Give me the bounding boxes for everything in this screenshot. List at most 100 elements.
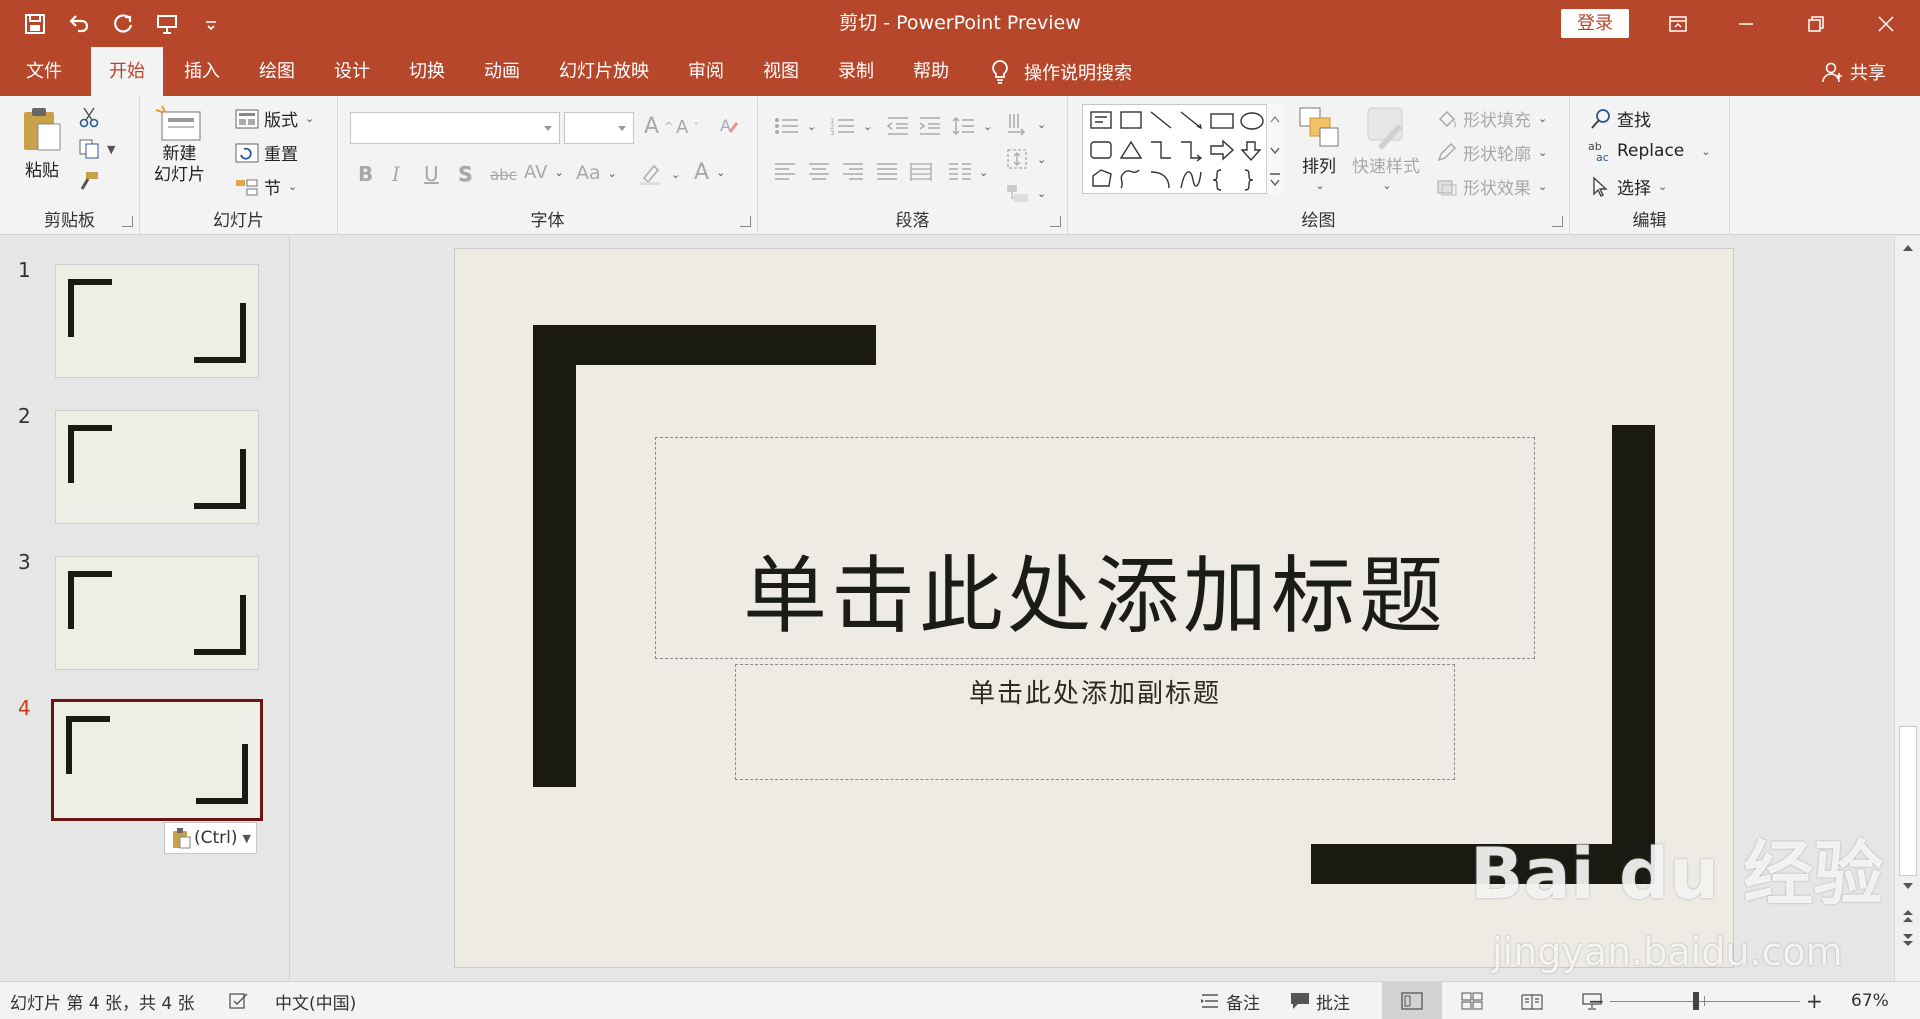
tab-view[interactable]: 视图 [749, 47, 813, 96]
font-size-combo[interactable] [564, 112, 634, 144]
slide-thumbnail[interactable] [55, 556, 259, 670]
shadow-button[interactable]: S [458, 162, 472, 186]
slide-thumbnail-current[interactable] [51, 699, 263, 821]
bold-button[interactable]: B [358, 162, 373, 186]
select-button[interactable]: 选择 ⌄ [1590, 174, 1667, 199]
slideshow-start-icon[interactable] [152, 9, 182, 39]
vertical-scrollbar[interactable] [1894, 236, 1920, 981]
arc-shape-icon[interactable] [1150, 171, 1170, 189]
copy-icon[interactable]: ▼ [78, 138, 115, 160]
justify-icon[interactable] [876, 162, 898, 182]
language-indicator[interactable]: 中文(中国) [275, 982, 356, 1019]
freeform-shape-icon[interactable] [1092, 169, 1112, 187]
spell-check-icon[interactable] [228, 982, 250, 1019]
customize-qat-icon[interactable] [196, 9, 226, 39]
tab-record[interactable]: 录制 [824, 47, 888, 96]
undo-icon[interactable] [64, 9, 94, 39]
distributed-icon[interactable] [910, 162, 932, 182]
textbox-shape-icon[interactable] [1090, 111, 1112, 129]
ribbon-display-icon[interactable] [1648, 0, 1708, 47]
left-brace-shape-icon[interactable] [1212, 169, 1222, 191]
char-spacing-button[interactable]: AV ⌄ [524, 162, 564, 183]
format-painter-icon[interactable] [78, 170, 100, 192]
tab-transitions[interactable]: 切换 [395, 47, 459, 96]
shapes-gallery[interactable] [1082, 104, 1282, 194]
paste-options-button[interactable]: (Ctrl) ▼ [164, 822, 257, 854]
drawing-launcher-icon[interactable] [1552, 216, 1563, 227]
elbow-connector-shape-icon[interactable] [1151, 141, 1171, 159]
replace-button[interactable]: ab ac Replace ⌄ [1588, 140, 1710, 162]
numbering-icon[interactable]: 1 2 3 ⌄ [830, 116, 872, 136]
smartart-icon[interactable]: ⌄ [1006, 182, 1046, 204]
shape-fill-button[interactable]: 形状填充 ⌄ [1436, 106, 1547, 131]
layout-button[interactable]: 版式 ⌄ [235, 106, 314, 131]
bullets-icon[interactable]: ⌄ [774, 116, 816, 136]
grow-font-button[interactable]: A ^ [644, 114, 673, 139]
reset-button[interactable]: 重置 [235, 140, 298, 165]
increase-indent-icon[interactable] [918, 116, 942, 136]
slide-counter[interactable]: 幻灯片 第 4 张，共 4 张 [10, 982, 195, 1019]
close-icon[interactable] [1856, 0, 1916, 47]
columns-icon[interactable]: ⌄ [948, 162, 988, 182]
previous-slide-icon[interactable] [1898, 906, 1918, 926]
shrink-font-button[interactable]: Aˇ [676, 117, 699, 138]
decrease-indent-icon[interactable] [886, 116, 910, 136]
slide-sorter-view-icon[interactable] [1442, 982, 1502, 1019]
clear-formatting-icon[interactable]: A [718, 114, 740, 136]
paragraph-launcher-icon[interactable] [1050, 216, 1061, 227]
line-spacing-icon[interactable]: ⌄ [952, 116, 992, 136]
tab-review[interactable]: 审阅 [674, 47, 738, 96]
normal-view-icon[interactable] [1382, 982, 1442, 1019]
section-button[interactable]: 节 ⌄ [235, 174, 297, 199]
clipboard-launcher-icon[interactable] [122, 216, 133, 227]
zoom-in-button[interactable]: + [1806, 982, 1823, 1019]
line-shape-icon[interactable] [1150, 111, 1172, 129]
zoom-slider[interactable] [1610, 1001, 1800, 1002]
vertical-textbox-shape-icon[interactable] [1120, 111, 1142, 129]
reading-view-icon[interactable] [1502, 982, 1562, 1019]
tab-file[interactable]: 文件 [12, 47, 76, 96]
right-arrow-shape-icon[interactable] [1210, 139, 1235, 161]
zoom-slider-knob[interactable] [1693, 992, 1699, 1010]
save-icon[interactable] [20, 9, 50, 39]
arrow-line-shape-icon[interactable] [1180, 111, 1203, 130]
underline-button[interactable]: U [424, 162, 439, 186]
slide-thumbnail[interactable] [55, 410, 259, 524]
tab-design[interactable]: 设计 [320, 47, 384, 96]
tab-slideshow[interactable]: 幻灯片放映 [548, 47, 660, 96]
zoom-out-button[interactable]: − [1588, 982, 1605, 1019]
quick-styles-button[interactable]: 快速样式 ⌄ [1352, 106, 1420, 192]
curve-shape-icon[interactable] [1180, 171, 1202, 189]
login-button[interactable]: 登录 [1561, 9, 1629, 38]
minimize-icon[interactable] [1716, 0, 1776, 47]
redo-icon[interactable] [108, 9, 138, 39]
cut-icon[interactable] [78, 106, 100, 128]
scroll-up-icon[interactable] [1898, 238, 1918, 258]
strikethrough-button[interactable]: abc [490, 166, 517, 184]
slide-thumbnail[interactable] [55, 264, 259, 378]
tell-me-search[interactable]: 操作说明搜索 [988, 47, 1132, 96]
align-right-icon[interactable] [842, 162, 864, 182]
highlight-icon[interactable]: ⌄ [638, 162, 680, 186]
notes-button[interactable]: 备注 [1200, 982, 1260, 1019]
zoom-level[interactable]: 67% [1851, 982, 1889, 1019]
oval-shape-icon[interactable] [1240, 112, 1264, 130]
align-center-icon[interactable] [808, 162, 830, 182]
font-color-button[interactable]: A ⌄ [694, 160, 725, 185]
share-button[interactable]: 共享 [1820, 47, 1886, 96]
scroll-thumb[interactable] [1899, 726, 1917, 876]
arrange-button[interactable]: 排列 ⌄ [1298, 106, 1340, 192]
shape-outline-button[interactable]: 形状轮廓 ⌄ [1436, 140, 1547, 165]
tab-help[interactable]: 帮助 [899, 47, 963, 96]
comments-button[interactable]: 批注 [1290, 982, 1350, 1019]
paste-button[interactable]: 粘贴 [20, 104, 64, 181]
next-slide-icon[interactable] [1898, 930, 1918, 950]
down-arrow-shape-icon[interactable] [1240, 141, 1262, 162]
triangle-shape-icon[interactable] [1119, 140, 1143, 159]
new-slide-button[interactable]: 新建 幻灯片 [154, 104, 205, 186]
shapes-gallery-scroll[interactable] [1266, 104, 1283, 194]
tab-draw[interactable]: 绘图 [245, 47, 309, 96]
align-text-icon[interactable]: ⌄ [1006, 148, 1046, 170]
shape-effects-button[interactable]: 形状效果 ⌄ [1436, 174, 1547, 199]
right-brace-shape-icon[interactable] [1244, 169, 1254, 191]
